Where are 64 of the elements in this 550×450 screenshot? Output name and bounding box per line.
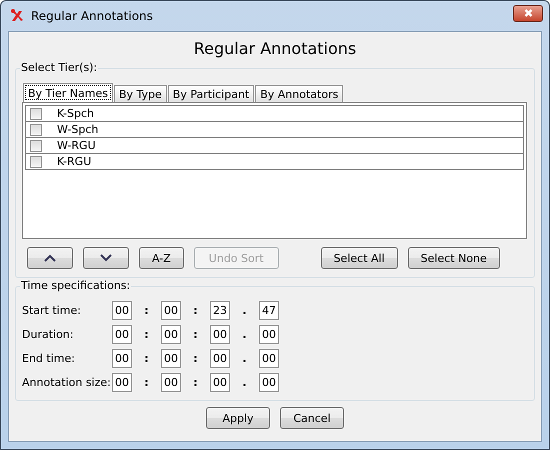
- tier-row[interactable]: K-Spch: [25, 105, 524, 122]
- time-label: Annotation size:: [22, 376, 112, 389]
- tab[interactable]: By Tier Names: [23, 83, 113, 102]
- time-input[interactable]: 23: [210, 301, 230, 320]
- tab[interactable]: By Annotators: [255, 85, 344, 102]
- group-label: Select Tier(s):: [20, 61, 98, 74]
- checkbox[interactable]: [30, 108, 42, 120]
- separator: .: [241, 376, 248, 389]
- time-input[interactable]: 00: [112, 373, 132, 392]
- time-input[interactable]: 00: [161, 301, 181, 320]
- separator: :: [143, 328, 150, 341]
- tier-name: K-Spch: [57, 107, 94, 120]
- time-input[interactable]: 00: [112, 301, 132, 320]
- checkbox[interactable]: [30, 140, 42, 152]
- app-logo-icon: [9, 8, 25, 24]
- group-label: Time specifications:: [20, 279, 132, 292]
- list-button[interactable]: A-Z: [139, 247, 184, 269]
- close-button[interactable]: [513, 4, 543, 22]
- window-title: Regular Annotations: [31, 9, 154, 23]
- time-input[interactable]: 00: [210, 349, 230, 368]
- time-input[interactable]: 00: [210, 373, 230, 392]
- move-up-button[interactable]: [27, 247, 73, 269]
- tab[interactable]: By Type: [114, 85, 167, 102]
- separator: :: [192, 376, 199, 389]
- time-input[interactable]: 00: [112, 349, 132, 368]
- tab[interactable]: By Participant: [168, 85, 254, 102]
- checkbox[interactable]: [30, 124, 42, 136]
- separator: :: [143, 352, 150, 365]
- tier-row[interactable]: W-Spch: [25, 122, 524, 138]
- time-input[interactable]: 00: [210, 325, 230, 344]
- separator: :: [192, 352, 199, 365]
- checkbox[interactable]: [30, 156, 42, 168]
- tier-name: K-RGU: [57, 155, 92, 168]
- tier-name: W-Spch: [57, 123, 98, 136]
- separator: .: [241, 304, 248, 317]
- time-input[interactable]: 00: [112, 325, 132, 344]
- list-button[interactable]: Select None: [408, 247, 500, 269]
- separator: :: [143, 376, 150, 389]
- tier-row[interactable]: W-RGU: [25, 138, 524, 154]
- chevron-down-icon: [100, 254, 112, 262]
- time-input[interactable]: 00: [259, 349, 279, 368]
- time-input[interactable]: 00: [259, 325, 279, 344]
- separator: :: [143, 304, 150, 317]
- dialog-button[interactable]: Apply: [206, 407, 270, 429]
- separator: .: [241, 328, 248, 341]
- time-input[interactable]: 47: [259, 301, 279, 320]
- dialog-button[interactable]: Cancel: [280, 407, 344, 429]
- time-label: Duration:: [22, 328, 74, 341]
- time-input[interactable]: 00: [161, 349, 181, 368]
- close-icon: [522, 8, 534, 18]
- time-label: Start time:: [22, 304, 82, 317]
- tier-row[interactable]: K-RGU: [25, 154, 524, 170]
- separator: :: [192, 304, 199, 317]
- move-down-button[interactable]: [83, 247, 129, 269]
- list-button[interactable]: Select All: [320, 247, 398, 269]
- separator: :: [192, 328, 199, 341]
- tier-name: W-RGU: [57, 139, 96, 152]
- chevron-up-icon: [44, 254, 56, 262]
- time-input[interactable]: 00: [161, 373, 181, 392]
- dialog-heading: Regular Annotations: [192, 39, 358, 58]
- separator: .: [241, 352, 248, 365]
- time-input[interactable]: 00: [161, 325, 181, 344]
- time-label: End time:: [22, 352, 76, 365]
- time-input[interactable]: 00: [259, 373, 279, 392]
